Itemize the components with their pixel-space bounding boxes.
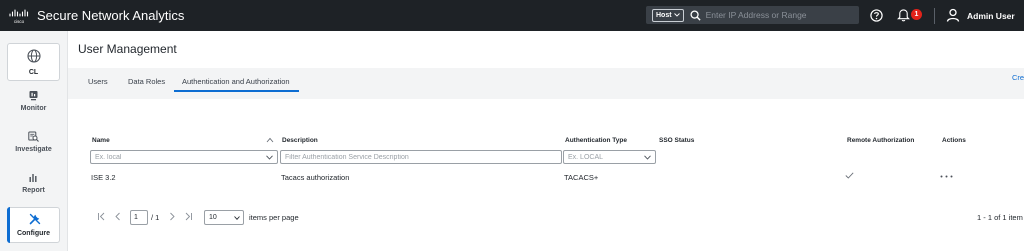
row-auth-type: TACACS+ — [564, 173, 599, 182]
bell-icon[interactable] — [897, 8, 910, 22]
investigate-icon — [28, 131, 39, 142]
help-icon[interactable] — [870, 9, 883, 22]
search-bar: Host — [646, 6, 859, 24]
page-title: User Management — [78, 42, 177, 56]
previous-page-icon[interactable] — [113, 212, 122, 221]
chevron-down-icon — [644, 155, 651, 160]
name-filter-select[interactable] — [90, 150, 278, 164]
column-header-remote-authorization[interactable]: Remote Authorization — [847, 137, 914, 144]
host-selector[interactable]: Host — [652, 8, 684, 22]
page-number-input[interactable]: 1 — [130, 210, 148, 225]
last-page-icon[interactable] — [184, 212, 193, 221]
column-header-name[interactable]: Name — [92, 137, 110, 144]
user-menu[interactable]: Admin User — [967, 11, 1015, 21]
create-link[interactable]: Cre — [1012, 73, 1024, 82]
more-actions-icon[interactable] — [940, 175, 953, 178]
column-header-sso-status[interactable]: SSO Status — [659, 137, 694, 144]
nav-item-configure[interactable]: Configure — [7, 207, 60, 243]
nav-item-monitor[interactable]: Monitor — [0, 86, 67, 122]
chevron-down-icon — [234, 216, 240, 220]
notification-badge: 1 — [911, 9, 922, 20]
nav-item-investigate[interactable]: Investigate — [0, 127, 67, 163]
checkmark-icon — [845, 172, 854, 179]
description-filter-input[interactable] — [280, 150, 562, 164]
ip-search-input[interactable] — [705, 10, 856, 20]
nav-item-label: CL — [28, 69, 39, 76]
host-selector-label: Host — [656, 11, 672, 19]
first-page-icon[interactable] — [97, 212, 106, 221]
page-total: / 1 — [151, 213, 160, 222]
tab-authentication-and-authorization[interactable]: Authentication and Authorization — [182, 77, 290, 86]
user-icon[interactable] — [946, 8, 960, 22]
tab-data-roles[interactable]: Data Roles — [128, 77, 165, 86]
nav-item-label: Monitor — [20, 105, 47, 112]
nav-item-cl[interactable]: CL — [7, 43, 60, 81]
chevron-down-icon — [266, 155, 273, 160]
svg-text:cisco: cisco — [14, 19, 25, 24]
pagination-range: 1 - 1 of 1 item — [977, 213, 1023, 222]
row-name: ISE 3.2 — [91, 173, 116, 182]
auth-type-filter-select[interactable] — [563, 150, 656, 164]
report-icon — [29, 174, 37, 182]
globe-icon — [27, 49, 41, 63]
search-icon[interactable] — [690, 9, 701, 21]
cisco-logo: cisco — [9, 9, 29, 24]
row-description: Tacacs authorization — [281, 173, 350, 182]
chevron-down-icon — [673, 13, 680, 17]
sort-ascending-icon[interactable] — [266, 137, 274, 143]
wrench-icon — [29, 213, 41, 225]
nav-item-report[interactable]: Report — [0, 168, 67, 204]
active-tab-indicator — [174, 90, 299, 92]
items-per-page-label: items per page — [249, 213, 299, 222]
column-header-authentication-type[interactable]: Authentication Type — [565, 137, 627, 144]
active-indicator — [7, 207, 10, 243]
app-title: Secure Network Analytics — [37, 8, 185, 23]
column-header-description[interactable]: Description — [282, 137, 318, 144]
top-bar: cisco Secure Network Analytics Host 1 Ad… — [0, 0, 1024, 31]
next-page-icon[interactable] — [168, 212, 177, 221]
nav-item-label: Investigate — [15, 146, 52, 153]
nav-item-label: Report — [22, 187, 45, 194]
tab-users[interactable]: Users — [88, 77, 108, 86]
side-nav: CL Monitor Investigate Report Configure — [0, 31, 68, 251]
header-divider — [934, 8, 935, 24]
column-header-actions: Actions — [942, 137, 966, 144]
monitor-icon — [29, 91, 38, 101]
nav-item-label: Configure — [16, 230, 51, 237]
